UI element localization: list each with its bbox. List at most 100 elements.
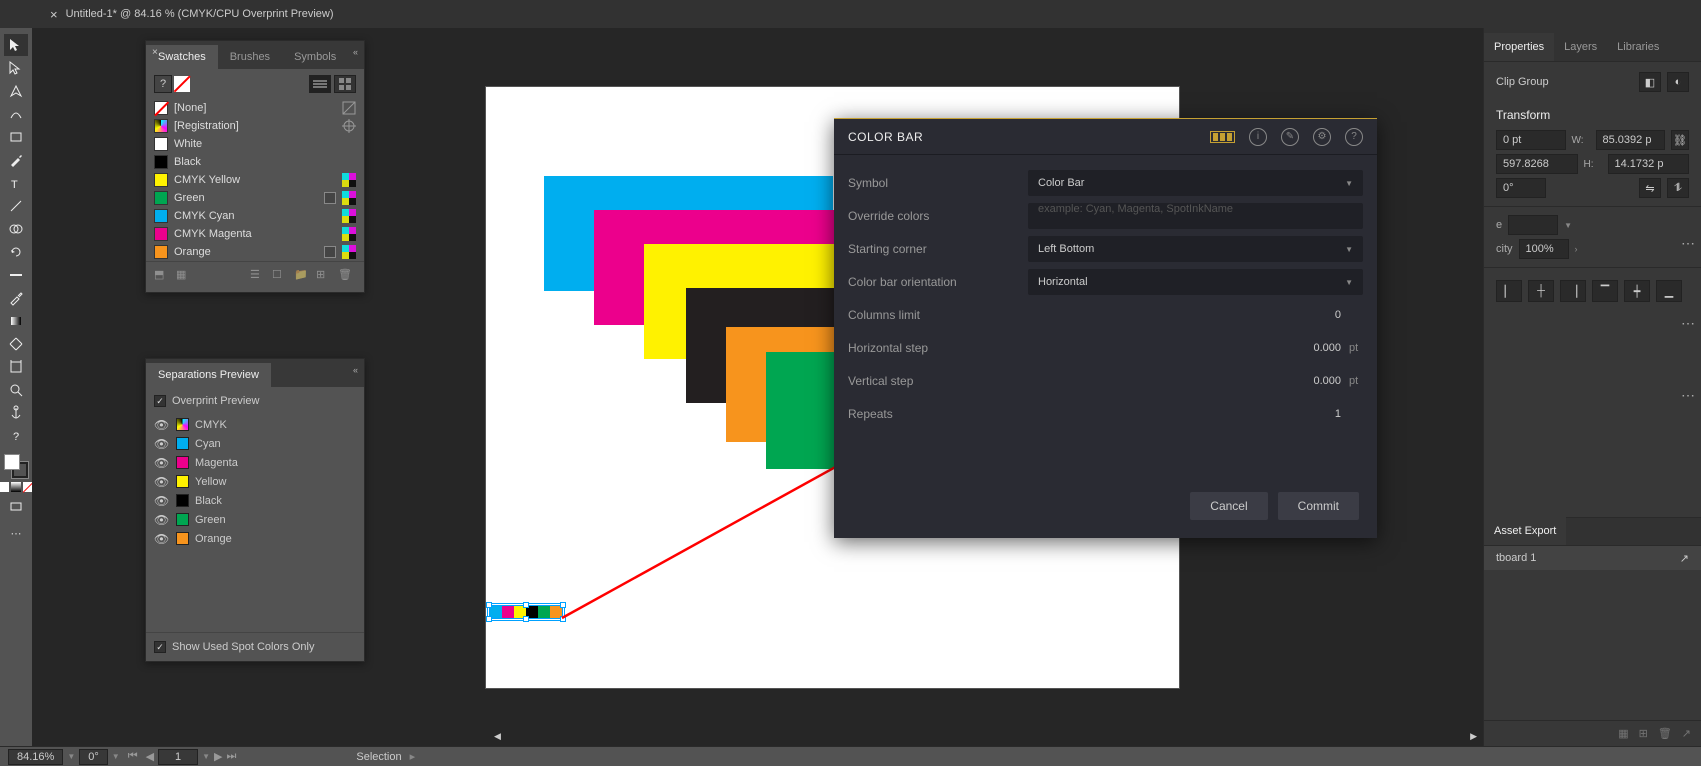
swatch-item[interactable]: CMYK Magenta [146, 225, 364, 243]
visibility-icon[interactable]: 👁 [154, 456, 170, 470]
show-libraries-icon[interactable]: ⬒ [154, 268, 172, 286]
direct-selection-tool[interactable] [4, 57, 28, 79]
color-bar-object[interactable] [489, 605, 563, 619]
rotate-field[interactable]: 0° [79, 749, 108, 765]
more-options-icon[interactable]: ⋯ [1681, 310, 1695, 336]
pen-tool[interactable] [4, 80, 28, 102]
hstep-value[interactable]: 0.000 [1028, 342, 1345, 354]
link-icon[interactable]: ✎ [1281, 128, 1299, 146]
export-selected-icon[interactable]: ↗ [1682, 727, 1691, 740]
separation-item[interactable]: 👁Green [146, 510, 364, 529]
paintbrush-tool[interactable] [4, 149, 28, 171]
close-icon[interactable]: × [50, 7, 58, 22]
tab-asset-export[interactable]: Asset Export [1484, 517, 1566, 545]
blend-mode-select[interactable] [1508, 215, 1558, 235]
swatch-options-icon[interactable]: ☰ [250, 268, 268, 286]
width-tool[interactable] [4, 264, 28, 286]
screen-mode-icon[interactable] [4, 496, 28, 518]
no-fill-icon[interactable] [174, 76, 190, 92]
more-options-icon[interactable]: ⋯ [1681, 382, 1695, 408]
more-options-icon[interactable]: ⋯ [1681, 230, 1695, 256]
shape-builder-tool[interactable] [4, 218, 28, 240]
free-transform-tool[interactable] [4, 333, 28, 355]
width-field[interactable]: 85.0392 p [1596, 130, 1666, 150]
tab-layers[interactable]: Layers [1554, 33, 1607, 61]
isolate-icon[interactable]: ◧ [1639, 72, 1661, 92]
swatch-item[interactable]: CMYK Cyan [146, 207, 364, 225]
spot-only-checkbox[interactable]: ✓ [154, 641, 166, 653]
flip-v-icon[interactable]: ⥮ [1667, 178, 1689, 198]
link-wh-icon[interactable]: ⛓ [1671, 130, 1689, 150]
override-input[interactable]: example: Cyan, Magenta, SpotInkName [1028, 203, 1363, 229]
delete-icon[interactable]: 🗑 [338, 268, 356, 286]
list-view-icon[interactable] [309, 75, 331, 93]
overprint-checkbox[interactable]: ✓ [154, 395, 166, 407]
grid-icon[interactable]: ▦ [1618, 727, 1628, 740]
align-center-h-icon[interactable]: ┼ [1528, 280, 1554, 302]
symbol-select[interactable]: Color Bar▼ [1028, 170, 1363, 196]
rotate-tool[interactable] [4, 241, 28, 263]
prev-page-icon[interactable]: ◀ [146, 750, 154, 763]
swatch-item[interactable]: White [146, 135, 364, 153]
selection-tool[interactable] [4, 34, 28, 56]
gradient-tool[interactable] [4, 310, 28, 332]
grid-view-icon[interactable] [334, 75, 356, 93]
eyedropper-tool[interactable] [4, 287, 28, 309]
edit-icon[interactable]: ◐ [1667, 72, 1689, 92]
rectangle-tool[interactable] [4, 126, 28, 148]
info-icon[interactable]: i [1249, 128, 1267, 146]
separation-item[interactable]: 👁CMYK [146, 415, 364, 434]
anchor-tool[interactable] [4, 402, 28, 424]
fill-stroke-indicator[interactable] [4, 454, 28, 478]
align-top-icon[interactable]: ▔ [1592, 280, 1618, 302]
question-icon[interactable]: ? [154, 75, 172, 93]
flip-h-icon[interactable]: ⇋ [1639, 178, 1661, 198]
first-page-icon[interactable]: ⏮ [128, 750, 138, 763]
height-field[interactable]: 14.1732 p [1608, 154, 1690, 174]
x-field[interactable]: 0 pt [1496, 130, 1566, 150]
align-right-icon[interactable]: ▕ [1560, 280, 1586, 302]
swatch-item[interactable]: [None] [146, 99, 364, 117]
close-icon[interactable]: × [152, 47, 158, 58]
angle-field[interactable]: 0° [1496, 178, 1546, 198]
y-field[interactable]: 597.8268 [1496, 154, 1578, 174]
vstep-value[interactable]: 0.000 [1028, 375, 1345, 387]
tab-libraries[interactable]: Libraries [1607, 33, 1669, 61]
separation-item[interactable]: 👁Orange [146, 529, 364, 548]
align-left-icon[interactable]: ▏ [1496, 280, 1522, 302]
visibility-icon[interactable]: 👁 [154, 418, 170, 432]
gradient-mode-icon[interactable] [11, 482, 21, 492]
new-group-icon[interactable]: ☐ [272, 268, 290, 286]
add-icon[interactable]: ⊞ [1639, 727, 1648, 740]
swatch-item[interactable]: Green [146, 189, 364, 207]
document-tab[interactable]: × Untitled-1* @ 84.16 % (CMYK/CPU Overpr… [38, 0, 346, 28]
cancel-button[interactable]: Cancel [1190, 492, 1267, 520]
artboard-item[interactable]: tboard 1 [1496, 552, 1536, 564]
tab-separations[interactable]: Separations Preview [146, 363, 271, 387]
tab-properties[interactable]: Properties [1484, 33, 1554, 61]
corner-select[interactable]: Left Bottom▼ [1028, 236, 1363, 262]
scroll-left-icon[interactable]: ◀ [494, 731, 501, 742]
repeats-value[interactable]: 1 [1028, 408, 1345, 420]
line-tool[interactable] [4, 195, 28, 217]
separation-item[interactable]: 👁Cyan [146, 434, 364, 453]
zoom-tool[interactable] [4, 379, 28, 401]
swatch-item[interactable]: CMYK Yellow [146, 171, 364, 189]
curvature-tool[interactable] [4, 103, 28, 125]
separation-item[interactable]: 👁Magenta [146, 453, 364, 472]
settings-icon[interactable]: ⚙ [1313, 128, 1331, 146]
commit-button[interactable]: Commit [1278, 492, 1359, 520]
unknown-tool[interactable]: ? [4, 425, 28, 447]
align-bottom-icon[interactable]: ▁ [1656, 280, 1682, 302]
collapse-icon[interactable]: « [353, 365, 358, 375]
artboard-tool[interactable] [4, 356, 28, 378]
tab-brushes[interactable]: Brushes [218, 45, 282, 69]
separation-item[interactable]: 👁Black [146, 491, 364, 510]
swatch-item[interactable]: Orange [146, 243, 364, 261]
columns-value[interactable]: 0 [1028, 309, 1345, 321]
orientation-select[interactable]: Horizontal▼ [1028, 269, 1363, 295]
type-tool[interactable]: T [4, 172, 28, 194]
reset-icon[interactable] [1210, 131, 1235, 143]
next-page-icon[interactable]: ▶ [214, 750, 222, 763]
opacity-field[interactable]: 100% [1519, 239, 1569, 259]
